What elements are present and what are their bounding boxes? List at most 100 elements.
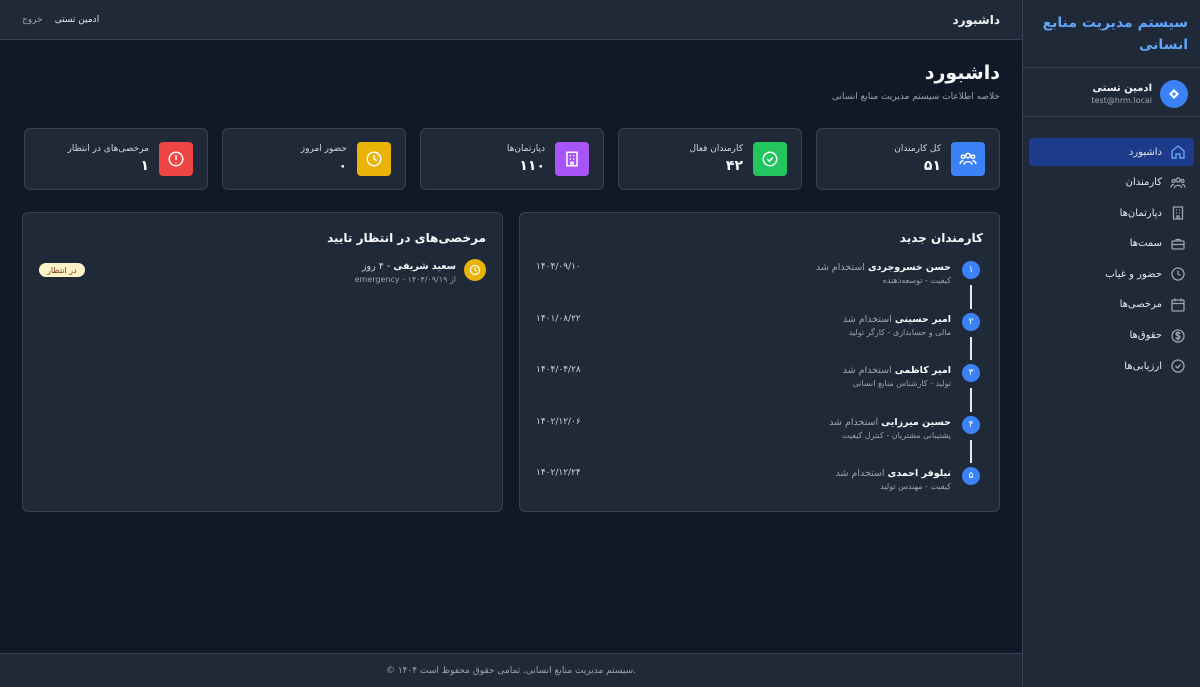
timeline: ۱ حسن خسروجردی استخدام شد کیفیت - توسعه‌… [536,259,983,517]
employee-action: استخدام شد [815,262,865,273]
stat-label: مرخصی‌های در انتظار [67,144,149,154]
home-icon [1170,144,1186,160]
panel-title: مرخصی‌های در انتظار تایید [327,231,486,245]
sidebar-item-label: سمت‌ها [1129,238,1162,250]
timeline-number: ۲ [960,310,982,333]
check-circle-icon [753,142,787,176]
stat-card-attendance-today: حضور امروز ۰ [222,128,406,190]
employee-action: استخدام شد [842,313,892,325]
employee-action: استخدام شد [835,468,885,480]
stat-card-active-employees: کارمندان فعال ۴۲ [618,128,802,190]
check-circle-icon [1170,358,1186,374]
sidebar-item-attendance[interactable]: حضور و غیاب [1029,260,1194,288]
list-item: ۱ حسن خسروجردی استخدام شد کیفیت - توسعه‌… [536,259,983,311]
building-icon [555,142,589,176]
stat-value: ۵۱ [923,158,941,174]
user-profile: ادمین تستی test@hrm.local [1023,72,1200,117]
status-badge: در انتظار [39,263,85,277]
sidebar-item-positions[interactable]: سمت‌ها [1029,230,1194,258]
hire-date: ۱۴۰۱/۰۸/۲۲ [536,313,581,324]
sidebar-item-evaluations[interactable]: ارزیابی‌ها [1029,352,1194,380]
logout-link[interactable]: خروج [22,15,43,25]
timeline-connector [970,439,972,464]
stat-card-departments: دپارتمان‌ها ۱۱۰ [420,128,604,190]
stat-card-total-employees: کل کارمندان ۵۱ [816,128,1000,190]
sidebar-item-departments[interactable]: دپارتمان‌ها [1029,199,1194,227]
employee-meta: مالی و حسابداری - کارگر تولید [848,327,951,337]
hire-date: ۱۴۰۴/۰۴/۲۸ [536,365,581,376]
stat-value: ۰ [338,158,347,174]
user-email: test@hrm.local [1091,96,1152,105]
sidebar-item-label: مرخصی‌ها [1119,299,1162,311]
users-icon [951,142,985,176]
stat-value: ۴۲ [725,158,743,174]
hire-date: ۱۴۰۴/۰۹/۱۰ [536,262,581,272]
sidebar-item-dashboard[interactable]: داشبورد [1029,138,1194,166]
user-icon [1169,89,1179,99]
dollar-icon [1170,328,1186,344]
employee-meta: تولید - کارشناس منابع انسانی [852,379,951,389]
header-user-name: ادمین تستی [54,14,100,25]
avatar [1160,80,1188,108]
stat-card-pending-leaves: مرخصی‌های در انتظار ۱ [24,128,208,190]
alert-icon [159,142,193,176]
employee-meta: کیفیت - توسعه‌دهنده [882,276,951,285]
footer: © ۱۴۰۴ سیستم مدیریت منابع انسانی. تمامی … [0,653,1022,687]
stat-label: کل کارمندان [894,144,941,154]
sidebar: سیستم مدیریت منابع انسانی ادمین تستی tes… [1022,0,1200,687]
timeline-number: ۴ [960,413,982,436]
stats-row: کل کارمندان ۵۱ کارمندان فعال ۴۲ دپارتمان… [22,128,1000,190]
main-content: داشبورد خلاصه اطلاعات سیستم مدیریت منابع… [0,40,1022,653]
sidebar-item-payroll[interactable]: حقوق‌ها [1029,322,1194,350]
pending-leaves-panel: مرخصی‌های در انتظار تایید سعید شریفی - ۴… [22,212,503,512]
list-item: سعید شریفی - ۴ روز emergency - از ۱۴۰۴/۰… [39,259,486,284]
employee-action: استخدام شد [829,416,879,428]
footer-text: © ۱۴۰۴ سیستم مدیریت منابع انسانی. تمامی … [385,665,637,676]
timeline-connector [970,388,972,412]
sidebar-item-label: حضور و غیاب [1105,268,1162,280]
page-title: داشبورد [924,62,1000,84]
timeline-number: ۵ [960,465,982,488]
briefcase-icon [1170,236,1186,252]
stat-label: کارمندان فعال [689,144,743,154]
timeline-connector [970,336,972,361]
hire-date: ۱۴۰۲/۱۲/۰۶ [536,416,581,427]
leave-duration: - ۴ روز [361,261,391,272]
sidebar-item-label: کارمندان [1125,177,1162,189]
panel-title: کارمندان جدید [899,231,983,245]
sidebar-item-label: ارزیابی‌ها [1124,360,1162,372]
clock-icon [464,259,486,281]
leave-employee-name: سعید شریفی [393,261,456,272]
sidebar-nav: داشبورد کارمندان دپارتمان‌ها سمت‌ها حضور… [1023,114,1200,380]
users-icon [1170,175,1186,191]
hire-date: ۱۴۰۲/۱۲/۲۴ [536,468,581,479]
sidebar-item-label: دپارتمان‌ها [1119,207,1162,219]
sidebar-item-label: حقوق‌ها [1129,330,1163,342]
stat-label: حضور امروز [300,144,347,154]
sidebar-item-employees[interactable]: کارمندان [1029,169,1194,197]
employee-action: استخدام شد [842,365,892,377]
new-employees-panel: کارمندان جدید ۱ حسن خسروجردی استخدام شد … [519,212,1000,512]
employee-meta: کیفیت - مهندس تولید [880,482,951,492]
page-subtitle: خلاصه اطلاعات سیستم مدیریت منابع انسانی [831,92,1000,102]
clock-icon [1170,266,1186,282]
timeline-connector [970,285,972,309]
top-bar: خروج ادمین تستی داشبورد [0,0,1022,40]
header-title: داشبورد [952,12,1000,27]
clock-icon [357,142,391,176]
employee-meta: پشتیبانی مشتریان - کنترل کیفیت [841,430,951,440]
timeline-number: ۳ [960,362,982,385]
sidebar-item-leaves[interactable]: مرخصی‌ها [1029,291,1194,319]
stat-value: ۱ [140,158,149,174]
brand-title: سیستم مدیریت منابع انسانی [1023,0,1200,68]
sidebar-item-label: داشبورد [1128,146,1162,158]
list-item: ۵ نیلوفر احمدی استخدام شد کیفیت - مهندس … [536,465,983,517]
stat-value: ۱۱۰ [519,158,545,174]
employee-name: امیر کاظمی [894,365,951,377]
list-item: ۳ امیر کاظمی استخدام شد تولید - کارشناس … [536,362,983,414]
stat-label: دپارتمان‌ها [506,144,545,154]
employee-name: نیلوفر احمدی [887,468,951,480]
timeline-number: ۱ [960,259,982,281]
user-name: ادمین تستی [1092,83,1152,94]
employee-name: امیر حسینی [894,313,951,325]
